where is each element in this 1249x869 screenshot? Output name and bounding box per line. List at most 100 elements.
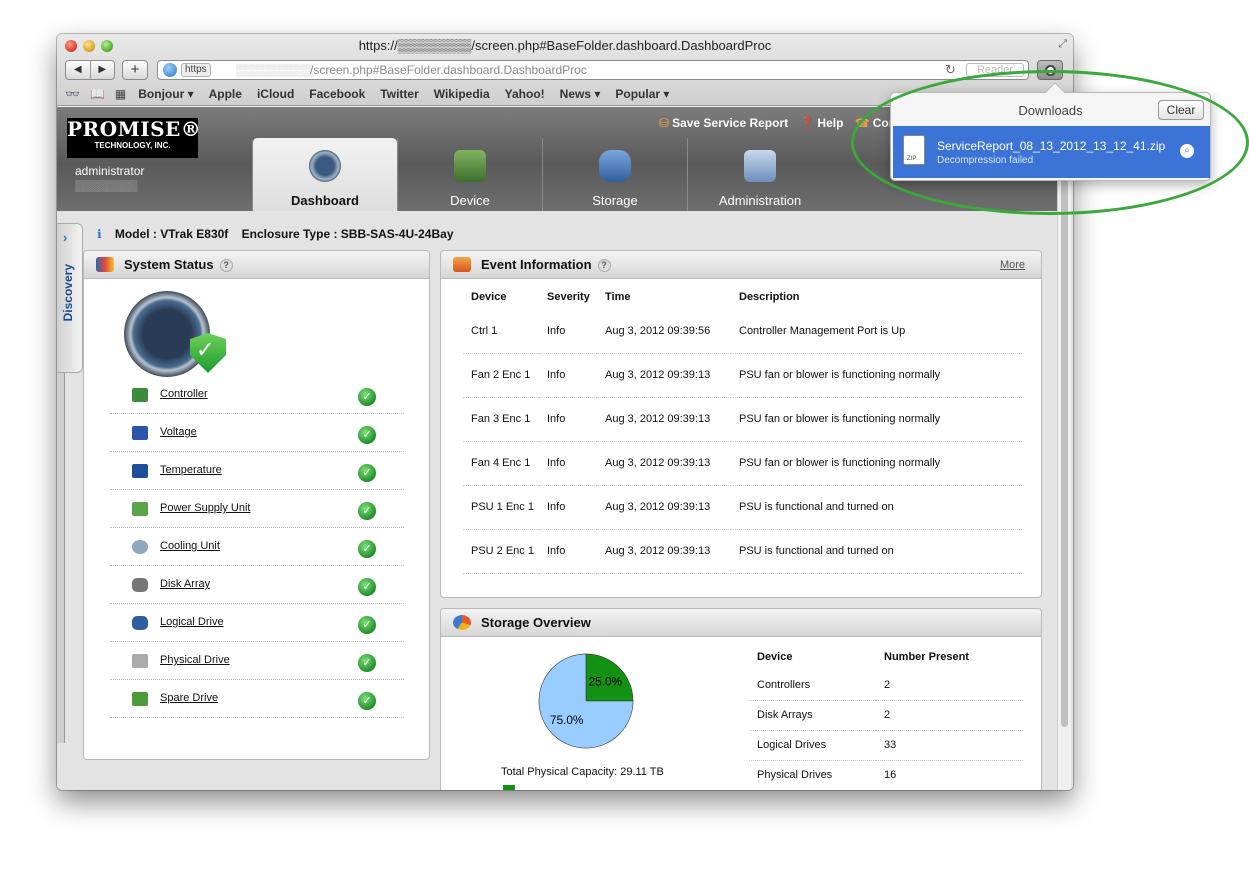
https-badge: https xyxy=(181,63,211,77)
bookmarks-book-icon[interactable]: 📖 xyxy=(90,87,105,101)
status-link[interactable]: Cooling Unit xyxy=(160,540,220,552)
new-tab-button[interactable]: + xyxy=(122,60,148,80)
reader-button[interactable]: Reader xyxy=(966,63,1024,77)
download-item[interactable]: ZIP ServiceReport_08_13_2012_13_12_41.zi… xyxy=(893,126,1210,178)
table-row: Physical Drives 16 xyxy=(749,760,1023,790)
table-row: Fan 4 Enc 1 Info Aug 3, 2012 09:39:13 PSU f… xyxy=(463,441,1022,486)
discovery-strip xyxy=(57,373,65,743)
bookmark-item[interactable]: Twitter xyxy=(380,87,418,101)
status-list: Controller ✓ Voltage ✓ Temperature ✓ Power … xyxy=(110,376,404,718)
storage-table: Device Number Present Controllers 2 Disk … xyxy=(749,644,1023,790)
status-link[interactable]: Voltage xyxy=(160,426,197,438)
bookmark-item[interactable]: Facebook xyxy=(309,87,365,101)
back-forward-buttons: ◀ ▶ xyxy=(65,60,115,80)
bookmark-item[interactable]: Apple xyxy=(209,87,242,101)
clear-downloads-button[interactable]: Clear xyxy=(1158,100,1204,120)
bookmark-item[interactable]: Bonjour ▾ xyxy=(138,87,193,101)
table-row: Logical Drives 33 xyxy=(749,730,1023,761)
tab-label: Dashboard xyxy=(291,193,359,208)
globe-icon xyxy=(163,63,177,77)
reload-icon[interactable]: ↻ xyxy=(945,61,956,79)
legend-swatch xyxy=(503,785,515,790)
cell-count: 2 xyxy=(876,700,1023,731)
fullscreen-icon[interactable]: ⤢ xyxy=(1058,38,1067,51)
cell-device: PSU 1 Enc 1 xyxy=(463,485,539,530)
controller-icon xyxy=(132,388,148,402)
cell-time: Aug 3, 2012 09:39:56 xyxy=(597,309,731,354)
logo-line1: PROMISE® xyxy=(67,117,202,141)
cell-count: 33 xyxy=(876,730,1023,761)
scroll-thumb[interactable] xyxy=(1061,111,1068,727)
status-link[interactable]: Temperature xyxy=(160,464,222,476)
more-link[interactable]: More xyxy=(1000,251,1025,279)
column-header: Device xyxy=(471,291,507,303)
ok-check-icon: ✓ xyxy=(358,654,376,672)
capacity-pie-chart: 25.0% 75.0% xyxy=(538,653,634,749)
status-link[interactable]: Physical Drive xyxy=(160,654,230,666)
address-bar[interactable]: https ▒▒▒▒▒▒▒▒▒ /screen.php#BaseFolder.d… xyxy=(157,60,1029,80)
status-link[interactable]: Spare Drive xyxy=(160,692,218,704)
dashboard-gauge-icon xyxy=(309,150,341,182)
bookmark-item[interactable]: Yahoo! xyxy=(505,87,545,101)
status-link[interactable]: Disk Array xyxy=(160,578,210,590)
page-scrollbar[interactable] xyxy=(1057,107,1071,790)
panel-title: Storage Overview xyxy=(481,615,591,630)
model-label: Model : xyxy=(114,227,157,241)
forward-button[interactable]: ▶ xyxy=(91,61,115,79)
panel-header: System Status? xyxy=(84,251,429,279)
magnifier-icon[interactable]: ⌕ xyxy=(1180,144,1194,158)
top-sites-icon[interactable]: ▦ xyxy=(115,87,126,101)
tab-dashboard[interactable]: Dashboard xyxy=(252,138,397,211)
bookmark-item[interactable]: Wikipedia xyxy=(434,87,490,101)
cell-time: Aug 3, 2012 09:39:13 xyxy=(597,529,731,574)
pie-slice-label: 25.0% xyxy=(589,676,623,689)
save-report-icon: ⛁ xyxy=(659,116,670,130)
contact-icon: ☎ xyxy=(854,116,870,130)
status-row-power-supply: Power Supply Unit ✓ xyxy=(110,490,404,528)
promise-logo: PROMISE® TECHNOLOGY, INC. xyxy=(67,117,202,158)
info-icon: ℹ xyxy=(97,227,102,241)
status-row-voltage: Voltage ✓ xyxy=(110,414,404,452)
status-link[interactable]: Controller xyxy=(160,388,208,400)
table-row: Disk Arrays 2 xyxy=(749,700,1023,731)
total-capacity: Total Physical Capacity: 29.11 TB xyxy=(501,766,664,778)
system-status-panel: System Status? ✓ Controller ✓ Voltage ✓ Te… xyxy=(83,250,430,760)
cell-device: Ctrl 1 xyxy=(463,309,539,354)
back-button[interactable]: ◀ xyxy=(66,61,91,79)
cell-description: PSU is functional and turned on xyxy=(731,485,1022,530)
tab-device[interactable]: Device xyxy=(397,138,542,211)
help-icon[interactable]: ? xyxy=(597,259,611,272)
reading-list-icon[interactable]: 👓 xyxy=(65,87,80,101)
voltage-icon xyxy=(132,426,148,440)
column-header: Device xyxy=(757,651,793,663)
discovery-panel-toggle[interactable]: › Discovery xyxy=(57,223,83,373)
help-icon[interactable]: ? xyxy=(219,259,233,272)
table-header-row: Device Severity Time Description xyxy=(463,285,1022,309)
cell-description: PSU fan or blower is functioning normall… xyxy=(731,441,1022,486)
user-ip: ▒▒▒▒▒▒▒▒ xyxy=(75,180,138,192)
calendar-icon xyxy=(453,257,471,272)
downloads-button[interactable] xyxy=(1037,60,1063,80)
help-link[interactable]: Help xyxy=(817,116,843,130)
status-row-physical-drive: Physical Drive ✓ xyxy=(110,642,404,680)
logo-line2: TECHNOLOGY, INC. xyxy=(94,141,171,150)
zip-file-icon: ZIP xyxy=(903,135,925,165)
tab-storage[interactable]: Storage xyxy=(542,138,687,211)
cell-description: PSU is functional and turned on xyxy=(731,529,1022,574)
tab-label: Administration xyxy=(718,193,802,208)
url-path: /screen.php#BaseFolder.dashboard.Dashboa… xyxy=(310,63,587,77)
cell-severity: Info xyxy=(539,529,597,574)
tab-administration[interactable]: Administration xyxy=(687,138,832,211)
bookmark-item[interactable]: iCloud xyxy=(257,87,294,101)
bookmark-item[interactable]: Popular ▾ xyxy=(615,87,669,101)
health-gauge-icon xyxy=(124,291,210,377)
status-link[interactable]: Power Supply Unit xyxy=(160,502,251,514)
status-link[interactable]: Logical Drive xyxy=(160,616,224,628)
download-icon xyxy=(1045,65,1056,76)
status-row-cooling: Cooling Unit ✓ xyxy=(110,528,404,566)
save-service-report-link[interactable]: Save Service Report xyxy=(672,116,788,130)
cell-device: Fan 4 Enc 1 xyxy=(463,441,539,486)
table-row: Fan 3 Enc 1 Info Aug 3, 2012 09:39:13 PSU f… xyxy=(463,397,1022,442)
bookmark-item[interactable]: News ▾ xyxy=(560,87,601,101)
url-host: ▒▒▒▒▒▒▒▒▒ xyxy=(236,63,313,77)
